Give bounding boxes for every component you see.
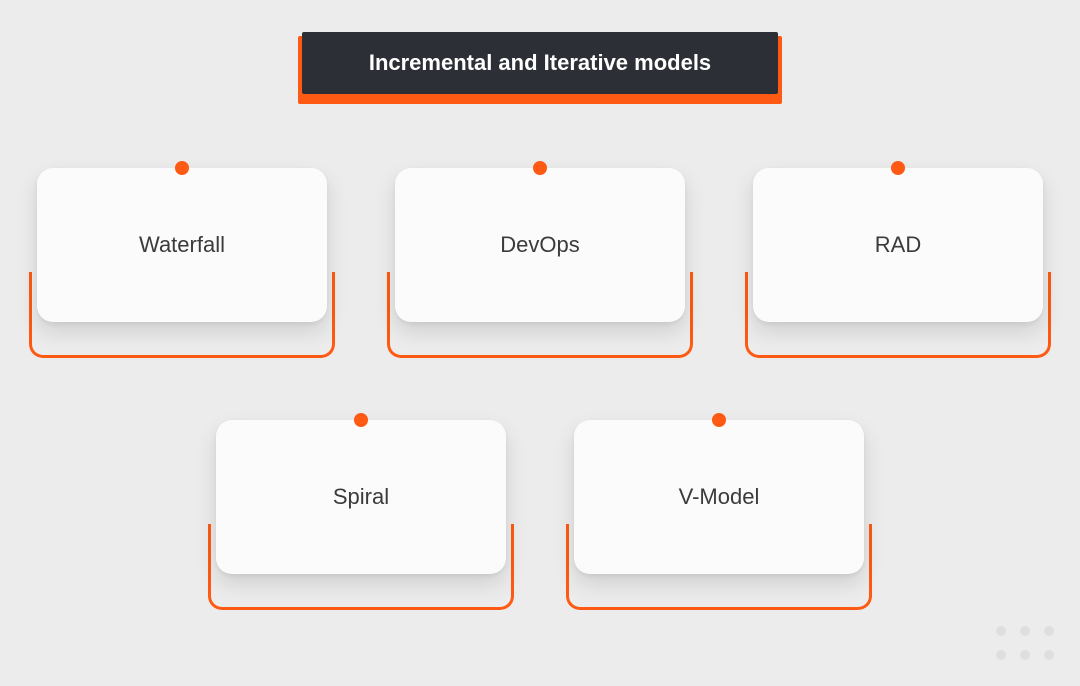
card-box: RAD xyxy=(753,168,1043,322)
card-waterfall: Waterfall xyxy=(37,168,327,358)
card-box: DevOps xyxy=(395,168,685,322)
dot-icon xyxy=(712,413,726,427)
card-label: RAD xyxy=(875,232,921,258)
dot-icon xyxy=(533,161,547,175)
card-label: V-Model xyxy=(679,484,760,510)
decorative-dots-icon xyxy=(996,626,1058,664)
card-box: Waterfall xyxy=(37,168,327,322)
dot-icon xyxy=(175,161,189,175)
row-2: Spiral V-Model xyxy=(0,420,1080,610)
card-box: V-Model xyxy=(574,420,864,574)
card-label: Spiral xyxy=(333,484,389,510)
row-1: Waterfall DevOps RAD xyxy=(0,168,1080,358)
card-rad: RAD xyxy=(753,168,1043,358)
card-devops: DevOps xyxy=(395,168,685,358)
dot-icon xyxy=(891,161,905,175)
card-vmodel: V-Model xyxy=(574,420,864,610)
page-title: Incremental and Iterative models xyxy=(302,32,778,94)
card-label: Waterfall xyxy=(139,232,225,258)
card-label: DevOps xyxy=(500,232,579,258)
dot-icon xyxy=(354,413,368,427)
title-block: Incremental and Iterative models xyxy=(298,36,782,104)
card-spiral: Spiral xyxy=(216,420,506,610)
card-box: Spiral xyxy=(216,420,506,574)
